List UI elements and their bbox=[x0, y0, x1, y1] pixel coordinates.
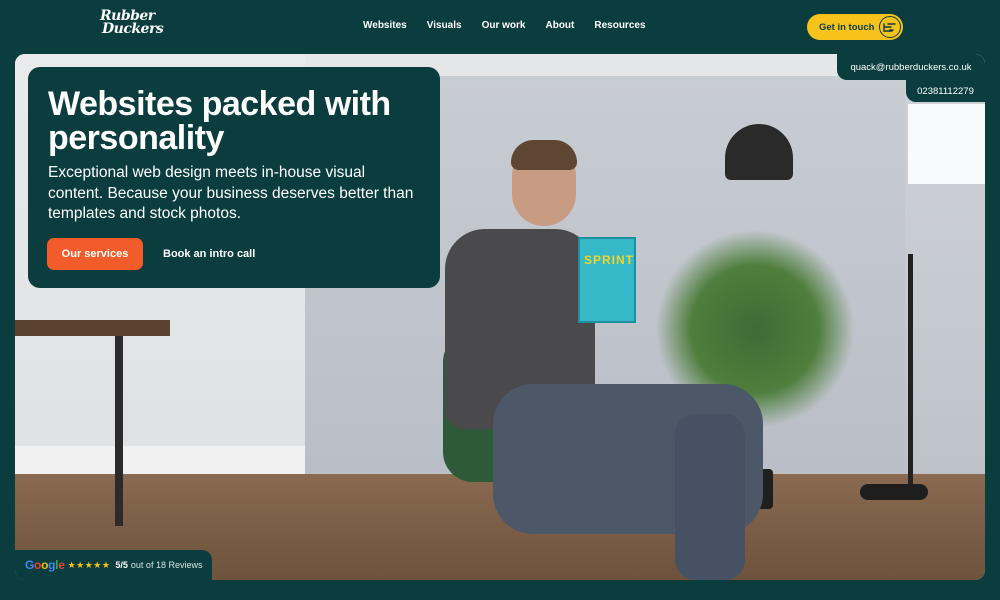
google-logo: Google bbox=[25, 558, 65, 572]
nav-item-websites[interactable]: Websites bbox=[363, 20, 407, 31]
sprint-book: SPRINT bbox=[578, 237, 636, 323]
contact-email-link[interactable]: quack@rubberduckers.co.uk bbox=[837, 54, 985, 80]
star-rating-icon: ★★★★★ bbox=[67, 559, 111, 570]
person-shin bbox=[675, 414, 745, 580]
skirting-board bbox=[15, 446, 305, 476]
nav-item-resources[interactable]: Resources bbox=[594, 20, 645, 31]
side-table-leg bbox=[115, 336, 123, 526]
hero-subtitle: Exceptional web design meets in-house vi… bbox=[48, 164, 414, 222]
site-logo[interactable]: Rubber Duckers bbox=[100, 9, 166, 42]
nav-item-our-work[interactable]: Our work bbox=[482, 20, 526, 31]
floor-lamp-pole bbox=[908, 254, 913, 494]
studio-softbox bbox=[908, 104, 985, 184]
get-in-touch-button[interactable]: Get in touch bbox=[807, 14, 903, 40]
floor-lamp-base bbox=[860, 484, 928, 500]
main-nav: Websites Visuals Our work About Resource… bbox=[363, 20, 646, 31]
site-header: Rubber Duckers Websites Visuals Our work… bbox=[0, 0, 1000, 54]
nav-item-visuals[interactable]: Visuals bbox=[427, 20, 462, 31]
get-in-touch-label: Get in touch bbox=[819, 21, 875, 33]
review-count: out of 18 Reviews bbox=[130, 560, 203, 570]
person-hair bbox=[511, 140, 577, 170]
book-title: SPRINT bbox=[584, 253, 635, 267]
contact-phone-link[interactable]: 02381112279 bbox=[906, 80, 985, 102]
logo-line-2: Duckers bbox=[102, 21, 164, 37]
hero-card: Websites packed with personality Excepti… bbox=[28, 67, 440, 288]
side-table bbox=[15, 320, 170, 336]
google-reviews-badge[interactable]: Google ★★★★★ 5/5 out of 18 Reviews bbox=[15, 550, 212, 580]
hero-title: Websites packed with personality bbox=[48, 85, 391, 157]
hero-actions: Our services Book an intro call bbox=[47, 238, 255, 270]
nav-item-about[interactable]: About bbox=[545, 20, 574, 31]
book-intro-call-link[interactable]: Book an intro call bbox=[163, 248, 255, 260]
hand-pointer-icon bbox=[879, 16, 901, 38]
our-services-button[interactable]: Our services bbox=[47, 238, 143, 270]
review-score: 5/5 bbox=[115, 560, 128, 570]
